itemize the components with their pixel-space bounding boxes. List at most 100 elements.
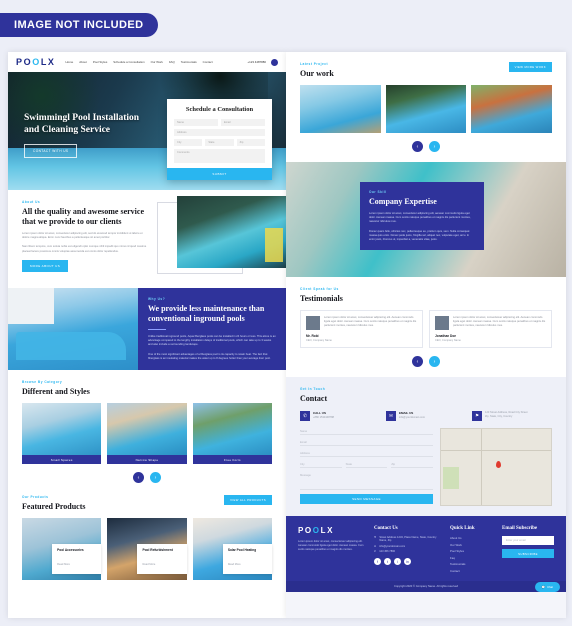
category-card-label[interactable]: Narrow Shape [107,455,187,464]
footer-contact-title: Contact Us [374,526,398,531]
hero-comments-input[interactable]: Comments [174,149,265,163]
view-more-work-button[interactable]: VIEW MORE WORK [508,62,552,72]
navbar: POOLX Home About Pool Styles Schedule a … [8,52,286,72]
expertise-paragraph-1: Lorem ipsum dolor sit amet, consectetur … [369,212,471,224]
hero-zip-input[interactable]: Zip [236,139,265,146]
copyright: Copyright 2020 © Company Name. All right… [286,581,566,592]
product-readmore-link[interactable]: Read More [228,563,241,566]
nav-item-our-work[interactable]: Our Work [151,60,163,64]
twitter-icon[interactable]: t [384,558,391,565]
nav-item-contact[interactable]: Contact [203,60,213,64]
contact-city-input[interactable]: City [300,461,342,468]
nav-item-pool-styles[interactable]: Pool Styles [93,60,107,64]
contact-call-label: CALL US [313,411,326,415]
product-card[interactable]: Solar Pool Heating Read More [192,518,272,580]
contact-name-input[interactable]: Name [300,428,433,435]
about-cta-button[interactable]: MORE ABOUT US [22,259,69,272]
work-gallery [300,85,553,133]
view-all-products-button[interactable]: VIEW ALL PRODUCTS [224,495,272,505]
contact-zip-input[interactable]: Zip [391,461,434,468]
send-message-button[interactable]: SEND MESSAGE [300,494,433,504]
hero-address-input[interactable]: Address [174,129,265,136]
category-card-label[interactable]: Small Spaces [22,455,102,464]
footer-phone-text: 123 456 7890 [379,550,396,553]
contact-call-value[interactable]: +880 1533448788 [313,416,334,419]
expertise-eyebrow: Our Skill [369,190,387,194]
footer-link-about[interactable]: About Us [450,536,492,540]
nav-item-about[interactable]: About [79,60,87,64]
linkedin-icon[interactable]: in [404,558,411,565]
subscribe-email-input[interactable]: Enter your email [502,536,554,545]
chevron-right-icon[interactable]: › [150,472,161,483]
products-eyebrow: Our Products [22,495,49,499]
footer-email[interactable]: ✉ info@yourdomain.com [374,545,440,548]
nav-links: Home About Pool Styles Schedule a Consul… [66,60,213,64]
footer-link-faq[interactable]: Faq [450,556,492,560]
work-image[interactable] [300,85,381,133]
contact-email-input[interactable]: Email [300,439,433,446]
chat-widget[interactable]: 💬 Chat [534,582,560,592]
footer-link-testimonials[interactable]: Testimonials [450,562,492,566]
work-image[interactable] [385,85,467,133]
hero-cta-button[interactable]: CONTACT WITH US [24,144,78,158]
hero-state-input[interactable]: State [205,139,234,146]
facebook-icon[interactable]: f [374,558,381,565]
category-card[interactable]: Small Spaces [22,403,102,464]
contact-address-input[interactable]: Address [300,450,433,457]
product-cards: Pool Accessories Read More Pool Refurbis… [22,518,272,580]
nav-item-testimonials[interactable]: Testimonials [181,60,197,64]
mail-icon: ✉ [386,411,396,421]
category-card-label[interactable]: Free Form [192,455,272,464]
site-logo[interactable]: POOLX [16,57,56,67]
product-name: Pool Refurbishment [142,548,173,552]
category-card[interactable]: Narrow Shape [107,403,187,464]
footer-link-pool-styles[interactable]: Pool Styles [450,549,492,553]
contact-map[interactable] [440,428,552,506]
work-image[interactable] [471,85,553,133]
product-readmore-link[interactable]: Read More [142,563,155,566]
contact-call: ✆ CALL US +880 1533448788 [300,411,380,421]
category-cards: Small Spaces Narrow Shape Free Form [22,403,272,464]
category-card[interactable]: Free Form [192,403,272,464]
chevron-right-icon[interactable]: › [429,141,440,152]
footer-link-our-work[interactable]: Our Work [450,543,492,547]
footer-email-text: info@yourdomain.com [379,544,406,548]
chevron-left-icon[interactable]: ‹ [412,356,423,367]
footer-quicklink-title: Quick Link [450,526,475,531]
product-card[interactable]: Pool Accessories Read More [22,518,102,580]
hero-email-input[interactable]: Email [221,119,265,126]
footer-link-contact[interactable]: Contact [450,569,492,573]
footer-phone[interactable]: ✆ 123 456 7890 [374,550,440,553]
product-readmore-link[interactable]: Read More [57,563,70,566]
why-us-photo [8,288,138,370]
contact-state-input[interactable]: State [345,461,388,468]
nav-phone[interactable]: +123 4487880 [247,60,266,64]
chevron-left-icon[interactable]: ‹ [412,141,423,152]
hero-text: Swimmingl Pool Installation and Cleaning… [24,112,154,158]
footer-logo[interactable]: POOLX [298,526,364,535]
chevron-right-icon[interactable]: › [429,356,440,367]
hero-city-input[interactable]: City [174,139,203,146]
nav-item-faq[interactable]: FAQ [169,60,175,64]
consultation-form: Schedule a Consultation Name Email Addre… [167,99,272,180]
contact-message-input[interactable]: Message [300,472,433,490]
footer-socials: f t i in [374,558,440,565]
testimonials-section: Client Speak for Us Testimonials Lorem i… [286,277,566,377]
nav-item-schedule[interactable]: Schedule a Consultation [113,60,144,64]
expertise-paragraph-2: Donec quam felis, ultricies nec, pellent… [369,229,470,242]
nav-item-home[interactable]: Home [66,60,74,64]
hero-name-input[interactable]: Name [174,119,218,126]
chevron-left-icon[interactable]: ‹ [133,472,144,483]
chat-label: Chat [547,585,553,589]
footer-subscribe: Email Subscribe Enter your email SUBSCRI… [502,526,554,575]
testimonials-title: Testimonials [300,294,343,303]
contact-email-value[interactable]: info@yourdomain.com [399,416,425,419]
product-card[interactable]: Pool Refurbishment Read More [107,518,187,580]
subscribe-button[interactable]: SUBSCRIBE [502,549,554,558]
why-us-paragraph-2: One of the most significant advantages o… [148,352,271,360]
instagram-icon[interactable]: i [394,558,401,565]
cart-icon[interactable] [271,58,278,66]
footer-address: ⚑ Street Address 1234, Place Name, State,… [374,536,440,542]
hero-submit-button[interactable]: SUBMIT [167,168,272,180]
phone-icon: ✆ [374,550,377,553]
